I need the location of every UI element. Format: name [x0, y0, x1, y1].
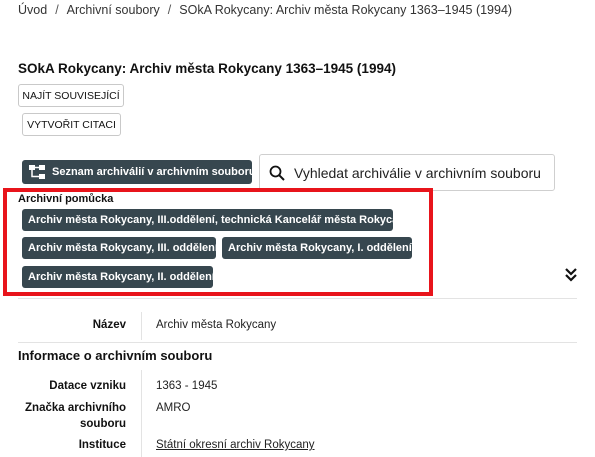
breadcrumb: Úvod / Archivní soubory / SOkA Rokycany: Arc…: [18, 3, 512, 17]
column-divider: [141, 370, 142, 457]
fonds-mark-value: AMRO: [156, 402, 191, 414]
name-value: Archiv města Rokycany: [156, 319, 277, 331]
name-label: Název: [92, 319, 126, 331]
column-divider: [141, 312, 142, 340]
breadcrumb-separator: /: [167, 3, 172, 17]
find-related-button[interactable]: NAJÍT SOUVISEJÍCÍ: [18, 84, 124, 107]
info-section-heading: Informace o archivním souboru: [18, 348, 213, 363]
dating-label: Datace vzniku: [49, 380, 126, 392]
tree-structure-icon: [29, 165, 45, 179]
search-archives-label: Vyhledat archiválie v archivním souboru: [294, 164, 541, 181]
fonds-mark-label: Značka archivního: [25, 402, 126, 414]
create-citation-button[interactable]: VYTVOŘIT CITACI: [22, 113, 121, 136]
finding-aid-chip[interactable]: Archiv města Rokycany, III. oddělení: [22, 237, 218, 259]
finding-aid-chip[interactable]: Archiv města Rokycany, I. oddělení: [222, 237, 412, 259]
finding-aid-chip[interactable]: Archiv města Rokycany, II. oddělení: [22, 266, 215, 288]
archive-list-label: Seznam archiválií v archivním souboru: [52, 166, 256, 178]
finding-aid-label: Archivní pomůcka: [18, 193, 114, 205]
finding-aid-chip[interactable]: Archiv města Rokycany, III.oddělení, tec…: [22, 209, 405, 231]
breadcrumb-archive-files[interactable]: Archivní soubory: [67, 3, 160, 17]
page-title: SOkA Rokycany: Archiv města Rokycany 136…: [18, 61, 396, 76]
institution-label: Instituce: [78, 439, 126, 451]
search-archives-button[interactable]: Vyhledat archiválie v archivním souboru: [259, 154, 555, 191]
divider: [18, 298, 577, 299]
divider: [18, 342, 577, 343]
double-chevron-down-icon[interactable]: [563, 267, 579, 283]
archive-list-button[interactable]: Seznam archiválií v archivním souboru: [22, 160, 256, 184]
breadcrumb-separator: /: [55, 3, 59, 17]
breadcrumb-current: SOkA Rokycany: Archiv města Rokycany 136…: [179, 3, 513, 17]
breadcrumb-home[interactable]: Úvod: [18, 3, 47, 17]
search-icon: [269, 165, 285, 181]
institution-link[interactable]: Státní okresní archiv Rokycany: [156, 439, 315, 451]
fonds-mark-label-line2: souboru: [80, 418, 126, 430]
dating-value: 1363 - 1945: [156, 380, 218, 392]
